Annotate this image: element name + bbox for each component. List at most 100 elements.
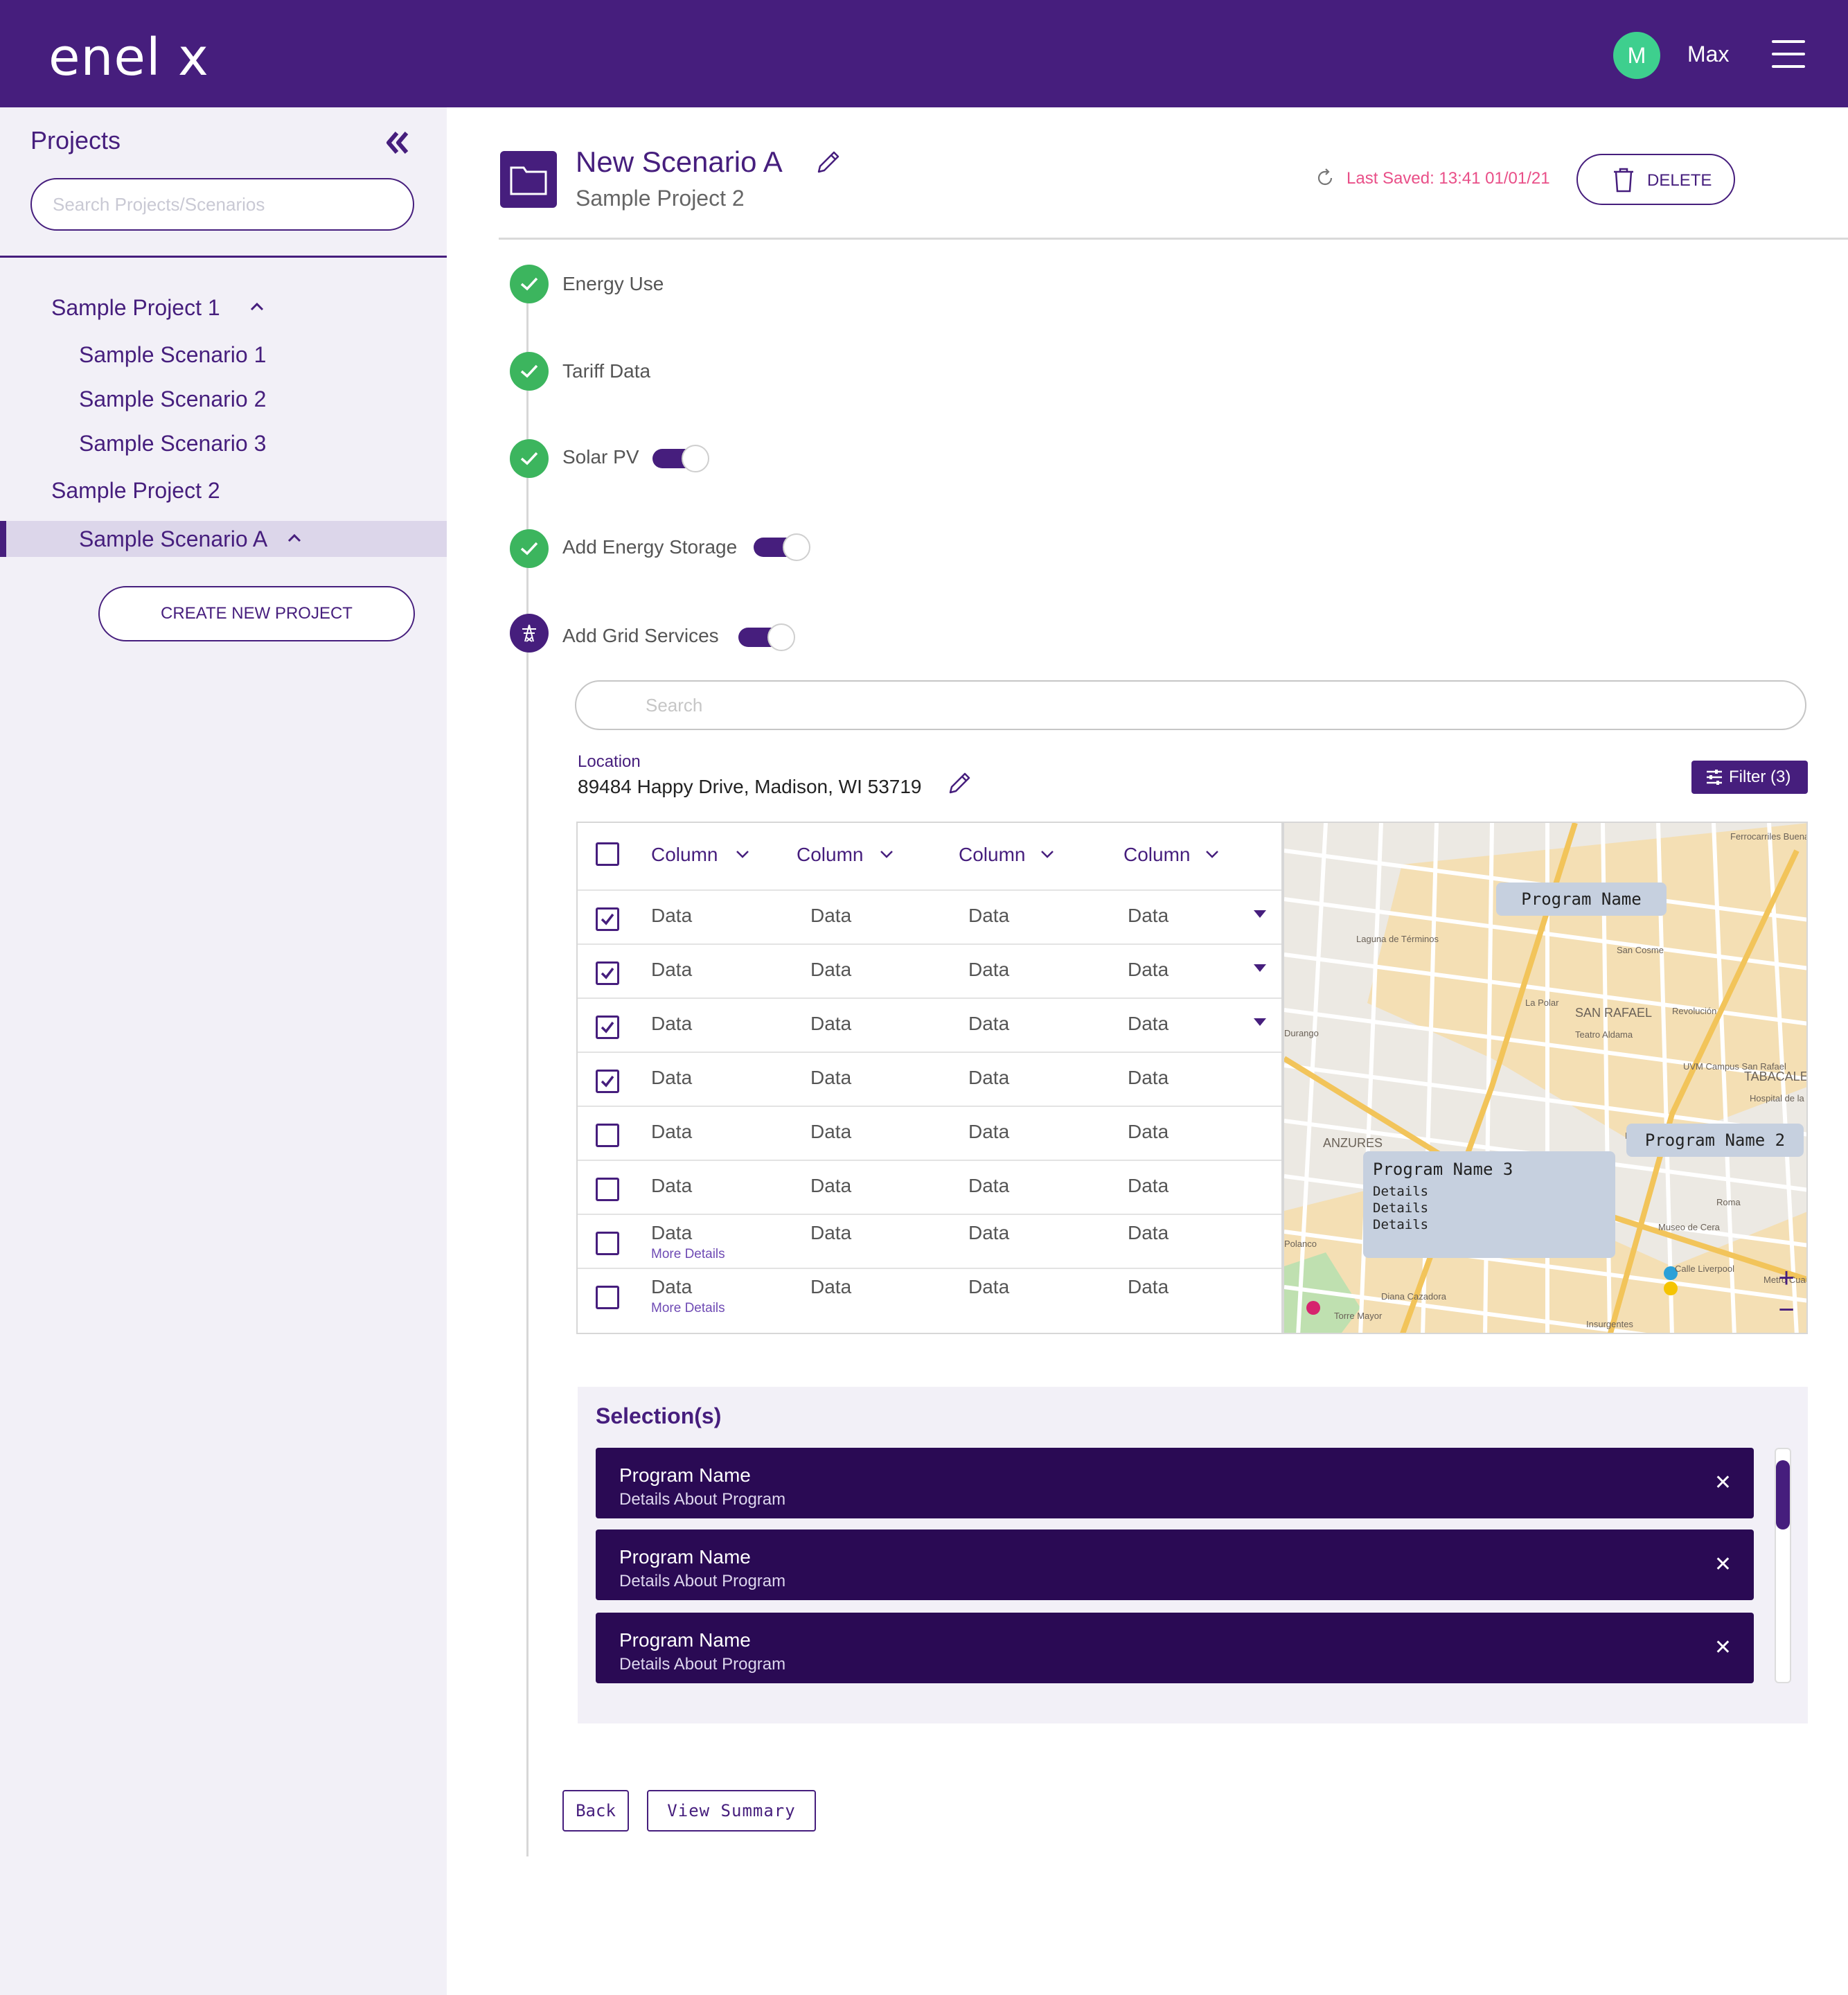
table-cell: Data bbox=[810, 1276, 852, 1297]
chevron-down-icon[interactable] bbox=[880, 849, 894, 859]
filter-button[interactable]: Filter (3) bbox=[1691, 761, 1808, 794]
edit-pencil-icon[interactable] bbox=[813, 147, 844, 177]
selection-card[interactable]: Program Name Details About Program ✕ bbox=[596, 1613, 1754, 1683]
solar-pv-toggle[interactable] bbox=[652, 445, 709, 472]
map-zoom-out-button[interactable]: − bbox=[1776, 1296, 1797, 1324]
sidebar-item-scenario-a[interactable]: Sample Scenario A bbox=[79, 524, 267, 554]
map-place-label: SAN RAFAEL bbox=[1575, 1006, 1652, 1020]
step-solar-pv[interactable]: Solar PV bbox=[562, 443, 639, 471]
table-row[interactable]: Data Data Data Data bbox=[578, 1160, 1281, 1214]
table-cell: Data bbox=[651, 1222, 693, 1243]
table-row[interactable]: Data Data Data Data bbox=[578, 1052, 1281, 1106]
map-place-label: Teatro Aldama bbox=[1575, 1029, 1633, 1040]
step-add-energy-storage[interactable]: Add Energy Storage bbox=[562, 533, 737, 561]
selection-program-name: Program Name bbox=[619, 1464, 751, 1486]
map-place-label: Ferrocarriles Buenavista bbox=[1730, 831, 1808, 842]
sidebar-item-scenario-1[interactable]: Sample Scenario 1 bbox=[79, 339, 266, 370]
remove-selection-icon[interactable]: ✕ bbox=[1714, 1471, 1732, 1495]
create-new-project-button[interactable]: CREATE NEW PROJECT bbox=[98, 586, 415, 641]
table-row[interactable]: Data Data Data Data bbox=[578, 889, 1281, 943]
table-cell: Data bbox=[968, 1175, 1010, 1196]
selection-card[interactable]: Program Name Details About Program ✕ bbox=[596, 1530, 1754, 1600]
row-checkbox[interactable] bbox=[596, 1124, 619, 1147]
grid-services-toggle[interactable] bbox=[738, 623, 795, 651]
filter-label: Filter (3) bbox=[1729, 768, 1791, 786]
table-row[interactable]: Data Data Data Data More Details bbox=[578, 1214, 1281, 1268]
table-cell: Data bbox=[651, 905, 693, 926]
table-cell: Data bbox=[810, 1175, 852, 1196]
table-cell: Data bbox=[810, 1121, 852, 1142]
folder-icon bbox=[500, 151, 557, 208]
table-cell: Data bbox=[651, 1121, 693, 1142]
project-search-input[interactable] bbox=[30, 178, 414, 231]
column-header[interactable]: Column bbox=[651, 841, 718, 869]
collapse-sidebar-icon[interactable] bbox=[383, 129, 411, 157]
select-all-checkbox[interactable] bbox=[596, 842, 619, 866]
row-checkbox[interactable] bbox=[596, 1232, 619, 1255]
map-place-label: Calle Liverpool bbox=[1675, 1264, 1734, 1274]
sidebar-item-scenario-2[interactable]: Sample Scenario 2 bbox=[79, 384, 266, 414]
hamburger-menu-icon[interactable] bbox=[1772, 40, 1805, 68]
map-zoom-in-button[interactable]: + bbox=[1776, 1264, 1797, 1292]
step-energy-use[interactable]: Energy Use bbox=[562, 270, 664, 298]
chevron-down-icon[interactable] bbox=[736, 849, 749, 859]
map-view[interactable]: SAN RAFAEL Teatro Aldama La Polar TABACALER… bbox=[1283, 822, 1808, 1334]
table-cell: Data bbox=[968, 1222, 1010, 1243]
remove-selection-icon[interactable]: ✕ bbox=[1714, 1553, 1732, 1577]
grid-services-search-input[interactable] bbox=[575, 680, 1806, 730]
map-place-label: Revolución bbox=[1672, 1006, 1716, 1016]
selection-program-name: Program Name bbox=[619, 1546, 751, 1568]
remove-selection-icon[interactable]: ✕ bbox=[1714, 1636, 1732, 1660]
table-cell: Data bbox=[810, 1222, 852, 1243]
table-cell: Data bbox=[651, 1013, 693, 1034]
user-name[interactable]: Max bbox=[1687, 39, 1729, 69]
chevron-down-icon[interactable] bbox=[1205, 849, 1219, 859]
avatar[interactable]: M bbox=[1613, 32, 1660, 79]
row-checkbox-checked[interactable] bbox=[596, 907, 619, 931]
map-program-tag-2[interactable]: Program Name 2 bbox=[1626, 1124, 1804, 1157]
table-row[interactable]: Data Data Data Data bbox=[578, 943, 1281, 998]
map-place-label: Durango bbox=[1284, 1028, 1319, 1038]
step-add-grid-services[interactable]: Add Grid Services bbox=[562, 622, 719, 650]
table-cell: Data bbox=[651, 959, 693, 980]
table-cell: Data bbox=[1128, 1276, 1169, 1297]
more-details-link[interactable]: More Details bbox=[651, 1301, 725, 1316]
step-tariff-data[interactable]: Tariff Data bbox=[562, 357, 650, 385]
sidebar-item-project-1[interactable]: Sample Project 1 bbox=[51, 292, 220, 323]
row-checkbox-checked[interactable] bbox=[596, 1070, 619, 1093]
selections-scrollbar-thumb[interactable] bbox=[1776, 1460, 1790, 1530]
chevron-down-icon[interactable] bbox=[1040, 849, 1054, 859]
back-button[interactable]: Back bbox=[562, 1790, 629, 1832]
map-program-tag-1[interactable]: Program Name bbox=[1496, 883, 1667, 916]
row-checkbox[interactable] bbox=[596, 1178, 619, 1201]
view-summary-button[interactable]: View Summary bbox=[647, 1790, 816, 1832]
energy-storage-toggle[interactable] bbox=[754, 533, 810, 561]
row-checkbox-checked[interactable] bbox=[596, 1016, 619, 1039]
delete-label: DELETE bbox=[1647, 171, 1712, 190]
row-expand-caret-icon[interactable] bbox=[1254, 1018, 1266, 1026]
column-header[interactable]: Column bbox=[797, 841, 863, 869]
chevron-up-icon[interactable] bbox=[249, 299, 265, 314]
refresh-icon bbox=[1317, 168, 1333, 186]
delete-button[interactable]: DELETE bbox=[1576, 154, 1735, 205]
row-expand-caret-icon[interactable] bbox=[1254, 964, 1266, 972]
sidebar-item-project-2[interactable]: Sample Project 2 bbox=[51, 475, 220, 506]
column-header[interactable]: Column bbox=[1123, 841, 1190, 869]
chevron-up-icon[interactable] bbox=[287, 531, 302, 546]
selection-card[interactable]: Program Name Details About Program ✕ bbox=[596, 1448, 1754, 1518]
map-program-tag-3[interactable]: Program Name 3 Details Details Details bbox=[1363, 1151, 1615, 1258]
edit-location-pencil-icon[interactable] bbox=[946, 769, 974, 797]
row-checkbox[interactable] bbox=[596, 1286, 619, 1309]
sidebar-item-scenario-3[interactable]: Sample Scenario 3 bbox=[79, 428, 266, 459]
table-cell: Data bbox=[1128, 959, 1169, 980]
row-expand-caret-icon[interactable] bbox=[1254, 910, 1266, 918]
table-row[interactable]: Data Data Data Data bbox=[578, 1106, 1281, 1160]
table-row[interactable]: Data Data Data Data More Details bbox=[578, 1268, 1281, 1322]
table-cell: Data bbox=[1128, 905, 1169, 926]
enel-x-logo[interactable]: enel x bbox=[48, 26, 209, 89]
table-cell: Data bbox=[651, 1067, 693, 1088]
row-checkbox-checked[interactable] bbox=[596, 961, 619, 985]
column-header[interactable]: Column bbox=[959, 841, 1025, 869]
more-details-link[interactable]: More Details bbox=[651, 1247, 725, 1262]
table-row[interactable]: Data Data Data Data bbox=[578, 998, 1281, 1052]
